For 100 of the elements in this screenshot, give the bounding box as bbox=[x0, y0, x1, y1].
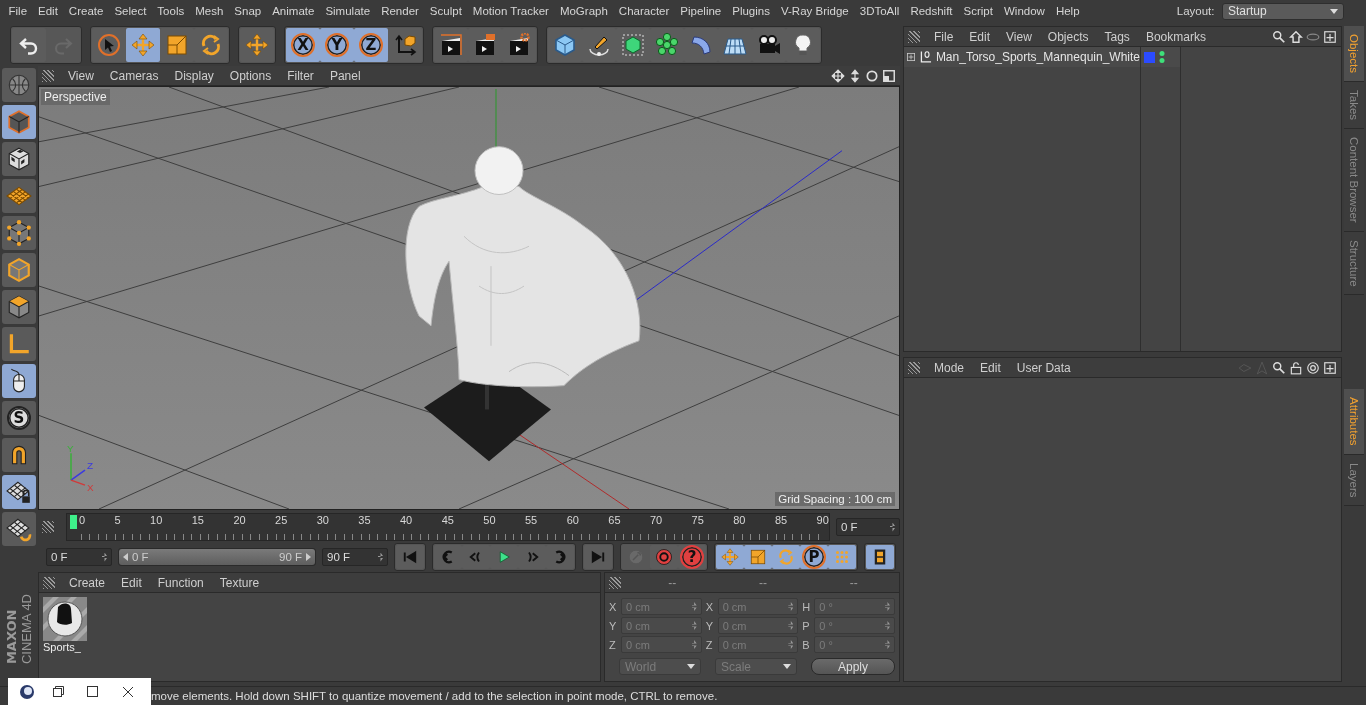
undo-button[interactable] bbox=[12, 28, 46, 62]
maximize-icon[interactable] bbox=[882, 68, 896, 83]
menu-item[interactable]: Create bbox=[61, 575, 114, 590]
light-button[interactable] bbox=[786, 28, 820, 62]
snap-button[interactable]: S bbox=[2, 401, 36, 435]
new-panel-icon[interactable] bbox=[1323, 29, 1337, 44]
menu-item[interactable]: File bbox=[926, 29, 962, 44]
grip-icon[interactable] bbox=[43, 576, 55, 589]
visibility-dots-icon[interactable] bbox=[1159, 50, 1165, 64]
menu-item[interactable]: Display bbox=[166, 68, 222, 83]
axis-lock-button[interactable]: Y bbox=[320, 28, 354, 62]
orbit-icon[interactable] bbox=[865, 68, 879, 83]
menu-item[interactable]: Edit bbox=[972, 360, 1009, 375]
menu-item[interactable]: Objects bbox=[1039, 29, 1097, 44]
menu-item[interactable]: View bbox=[998, 29, 1040, 44]
menu-item[interactable]: V-Ray Bridge bbox=[775, 5, 855, 17]
select-tool-button[interactable] bbox=[92, 28, 126, 62]
grid-lock-button[interactable] bbox=[2, 475, 36, 509]
menu-item[interactable]: Cameras bbox=[101, 68, 167, 83]
menu-item[interactable]: Motion Tracker bbox=[467, 5, 555, 17]
magnet-button[interactable] bbox=[2, 438, 36, 472]
side-tab[interactable]: Attributes bbox=[1344, 389, 1364, 455]
menu-item[interactable]: Character bbox=[613, 5, 675, 17]
start-frame-field[interactable]: 0 F bbox=[46, 548, 112, 566]
end-frame-field[interactable]: 90 F bbox=[322, 548, 388, 566]
material-preview[interactable] bbox=[43, 597, 87, 641]
grip-icon[interactable] bbox=[42, 69, 54, 82]
autokey-button[interactable] bbox=[650, 545, 678, 569]
view-button[interactable] bbox=[2, 68, 36, 102]
menu-item[interactable]: Edit bbox=[113, 575, 150, 590]
menu-item[interactable]: Select bbox=[108, 5, 152, 17]
grip-icon[interactable] bbox=[42, 521, 54, 533]
pan-icon[interactable] bbox=[831, 68, 845, 83]
menu-item[interactable]: Redshift bbox=[904, 5, 959, 17]
side-tab[interactable]: Objects bbox=[1344, 26, 1364, 82]
menu-item[interactable]: User Data bbox=[1008, 360, 1079, 375]
search-icon[interactable] bbox=[1272, 360, 1286, 375]
menu-item[interactable]: Simulate bbox=[319, 5, 376, 17]
menu-item[interactable]: Animate bbox=[266, 5, 320, 17]
object-row[interactable]: Man_Torso_Sports_Mannequin_White bbox=[904, 47, 1140, 67]
expand-icon[interactable] bbox=[907, 52, 916, 62]
app-icon[interactable] bbox=[19, 683, 36, 700]
render-settings-button[interactable] bbox=[502, 28, 536, 62]
rotate-tool-button[interactable] bbox=[194, 28, 228, 62]
menu-item[interactable]: Create bbox=[63, 5, 109, 17]
menu-item[interactable]: Script bbox=[958, 5, 999, 17]
menu-item[interactable]: Panel bbox=[321, 68, 369, 83]
menu-item[interactable]: Tools bbox=[151, 5, 190, 17]
menu-item[interactable]: Edit bbox=[32, 5, 64, 17]
next-key-button[interactable] bbox=[546, 545, 574, 569]
layer-color-swatch[interactable] bbox=[1144, 51, 1155, 63]
axis-lock-button[interactable]: X bbox=[286, 28, 320, 62]
menu-item[interactable]: File bbox=[3, 5, 33, 17]
render-view-button[interactable] bbox=[434, 28, 468, 62]
menu-item[interactable]: 3DToAll bbox=[854, 5, 905, 17]
menu-item[interactable]: Plugins bbox=[726, 5, 776, 17]
menu-item[interactable]: Filter bbox=[279, 68, 322, 83]
menu-item[interactable]: MoGraph bbox=[554, 5, 614, 17]
target-icon[interactable] bbox=[1306, 360, 1320, 375]
tweak-button[interactable] bbox=[2, 364, 36, 398]
grid-rotate-button[interactable] bbox=[2, 512, 36, 546]
menu-item[interactable]: Window bbox=[998, 5, 1051, 17]
menu-item[interactable]: Pipeline bbox=[674, 5, 727, 17]
menu-item[interactable]: Tags bbox=[1096, 29, 1138, 44]
new-panel-icon[interactable] bbox=[1323, 360, 1337, 375]
texture-mode-button[interactable] bbox=[2, 142, 36, 176]
points-mode-button[interactable] bbox=[2, 216, 36, 250]
scale-tool-button[interactable] bbox=[160, 28, 194, 62]
search-icon[interactable] bbox=[1272, 29, 1286, 44]
menu-item[interactable]: Render bbox=[375, 5, 425, 17]
menu-item[interactable]: Texture bbox=[211, 575, 268, 590]
home-icon[interactable] bbox=[1289, 29, 1303, 44]
parameter-key-button[interactable]: P bbox=[800, 545, 828, 569]
menu-item[interactable]: Mesh bbox=[189, 5, 229, 17]
zoom-arrows-icon[interactable] bbox=[848, 68, 862, 83]
polygons-mode-button[interactable] bbox=[2, 290, 36, 324]
menu-item[interactable]: View bbox=[60, 68, 102, 83]
menu-item[interactable]: Snap bbox=[228, 5, 267, 17]
menu-item[interactable]: Options bbox=[221, 68, 280, 83]
workplane-button[interactable] bbox=[2, 179, 36, 213]
axis-lock-button[interactable]: Z bbox=[354, 28, 388, 62]
menu-item[interactable]: Help bbox=[1050, 5, 1086, 17]
cube-button[interactable] bbox=[548, 28, 582, 62]
grip-icon[interactable] bbox=[908, 361, 920, 374]
layout-dropdown[interactable]: Startup bbox=[1222, 2, 1344, 20]
grip-icon[interactable] bbox=[908, 30, 920, 43]
key-help-button[interactable]: ? bbox=[678, 545, 706, 569]
current-frame-field[interactable]: 0 F bbox=[836, 518, 900, 536]
model-mode-button[interactable] bbox=[2, 105, 36, 139]
grip-icon[interactable] bbox=[609, 576, 621, 589]
lock-icon[interactable] bbox=[1289, 360, 1303, 375]
menu-item[interactable]: Bookmarks bbox=[1137, 29, 1214, 44]
edges-mode-button[interactable] bbox=[2, 253, 36, 287]
menu-item[interactable]: Function bbox=[149, 575, 212, 590]
menu-item[interactable]: Mode bbox=[926, 360, 973, 375]
menu-item[interactable]: Edit bbox=[961, 29, 999, 44]
menu-item[interactable]: Sculpt bbox=[424, 5, 468, 17]
previous-key-button[interactable] bbox=[434, 545, 462, 569]
coordinate-system-button[interactable] bbox=[388, 28, 422, 62]
timeline-ruler[interactable]: 0 5 10 15 20 25 30 35 40 45 50 55 60 65 70 75 80 85 90 bbox=[66, 513, 830, 541]
